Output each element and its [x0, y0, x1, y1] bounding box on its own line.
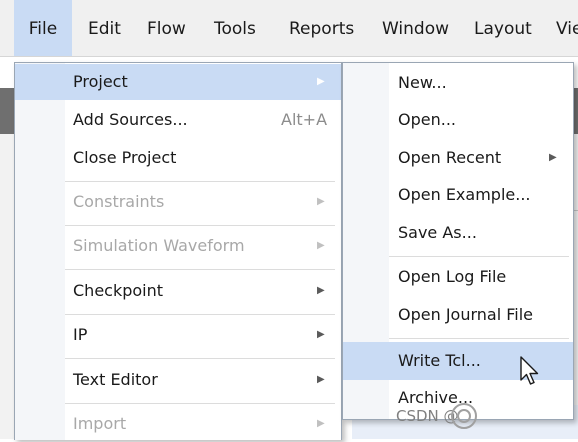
menu-edit[interactable]: Edit — [88, 0, 121, 56]
menu-flow-label: Flow — [147, 19, 186, 39]
project-menu-item-open-recent-label: Open Recent — [398, 148, 502, 167]
file-menu-item-ip[interactable]: IP ▶ — [15, 317, 341, 353]
menu-file-label: File — [28, 19, 58, 39]
menu-layout-label: Layout — [474, 19, 532, 39]
file-menu: Project ▶ Add Sources... Alt+A Close Pro… — [14, 62, 342, 440]
file-menu-item-add-sources-label: Add Sources... — [73, 110, 188, 129]
file-menu-item-project[interactable]: Project ▶ — [15, 64, 341, 100]
menu-tools[interactable]: Tools — [214, 0, 256, 56]
file-menu-item-import: Import ▶ — [15, 406, 341, 442]
menu-bar: File Edit Flow Tools Reports Window Layo… — [0, 0, 578, 57]
file-menu-item-project-label: Project — [73, 72, 128, 91]
menu-reports-label: Reports — [289, 19, 355, 39]
menu-file[interactable]: File — [14, 0, 72, 56]
project-menu-item-new-label: New... — [398, 73, 447, 92]
file-menu-item-add-sources-accel: Alt+A — [281, 110, 328, 129]
project-submenu-separator — [389, 338, 569, 339]
menu-edit-label: Edit — [88, 19, 121, 39]
file-menu-item-simulation-waveform: Simulation Waveform ▶ — [15, 228, 341, 264]
project-menu-item-open-log-file-label: Open Log File — [398, 267, 507, 286]
file-menu-separator — [65, 269, 335, 270]
file-menu-item-import-label: Import — [73, 414, 127, 433]
project-menu-item-open[interactable]: Open... — [343, 102, 573, 138]
chevron-right-icon: ▶ — [317, 374, 325, 385]
project-menu-item-open-label: Open... — [398, 110, 456, 129]
file-menu-separator — [65, 225, 335, 226]
watermark-seal-icon — [451, 403, 477, 429]
file-menu-separator — [65, 403, 335, 404]
menu-layout[interactable]: Layout — [474, 0, 532, 56]
project-menu-item-open-journal-file-label: Open Journal File — [398, 305, 534, 324]
chevron-right-icon: ▶ — [549, 152, 557, 163]
project-menu-item-open-log-file[interactable]: Open Log File — [343, 259, 573, 295]
project-menu-item-save-as-label: Save As... — [398, 223, 477, 242]
file-menu-item-constraints-label: Constraints — [73, 192, 165, 211]
file-menu-item-ip-label: IP — [73, 325, 88, 344]
menu-view-label: Vie — [556, 19, 578, 39]
chevron-right-icon: ▶ — [317, 329, 325, 340]
file-menu-item-text-editor-label: Text Editor — [73, 370, 158, 389]
menu-reports[interactable]: Reports — [289, 0, 354, 56]
chevron-right-icon: ▶ — [317, 76, 325, 87]
file-menu-item-close-project-label: Close Project — [73, 148, 177, 167]
file-menu-item-close-project[interactable]: Close Project — [15, 140, 341, 176]
menu-view[interactable]: Vie — [556, 0, 578, 56]
file-menu-item-text-editor[interactable]: Text Editor ▶ — [15, 362, 341, 398]
project-submenu-separator — [389, 256, 569, 257]
menu-tools-label: Tools — [214, 19, 256, 39]
file-menu-item-constraints: Constraints ▶ — [15, 184, 341, 220]
file-menu-item-checkpoint[interactable]: Checkpoint ▶ — [15, 273, 341, 309]
file-menu-item-add-sources[interactable]: Add Sources... Alt+A — [15, 102, 341, 138]
project-menu-item-new[interactable]: New... — [343, 65, 573, 101]
file-menu-separator — [65, 314, 335, 315]
file-menu-item-checkpoint-label: Checkpoint — [73, 281, 164, 300]
project-menu-item-open-example-label: Open Example... — [398, 185, 531, 204]
file-menu-item-simulation-waveform-label: Simulation Waveform — [73, 236, 245, 255]
menu-window[interactable]: Window — [382, 0, 449, 56]
menu-window-label: Window — [382, 19, 450, 39]
project-menu-item-write-tcl-label: Write Tcl... — [398, 351, 481, 370]
project-menu-item-open-journal-file[interactable]: Open Journal File — [343, 297, 573, 333]
chevron-right-icon: ▶ — [317, 240, 325, 251]
file-menu-separator — [65, 358, 335, 359]
file-menu-separator — [65, 181, 335, 182]
project-menu-item-open-recent[interactable]: Open Recent ▶ — [343, 140, 573, 176]
chevron-right-icon: ▶ — [317, 285, 325, 296]
chevron-right-icon: ▶ — [317, 418, 325, 429]
menu-flow[interactable]: Flow — [147, 0, 186, 56]
project-menu-item-open-example[interactable]: Open Example... — [343, 177, 573, 213]
project-menu-item-save-as[interactable]: Save As... — [343, 215, 573, 251]
chevron-right-icon: ▶ — [317, 196, 325, 207]
mouse-pointer-icon — [520, 356, 539, 385]
